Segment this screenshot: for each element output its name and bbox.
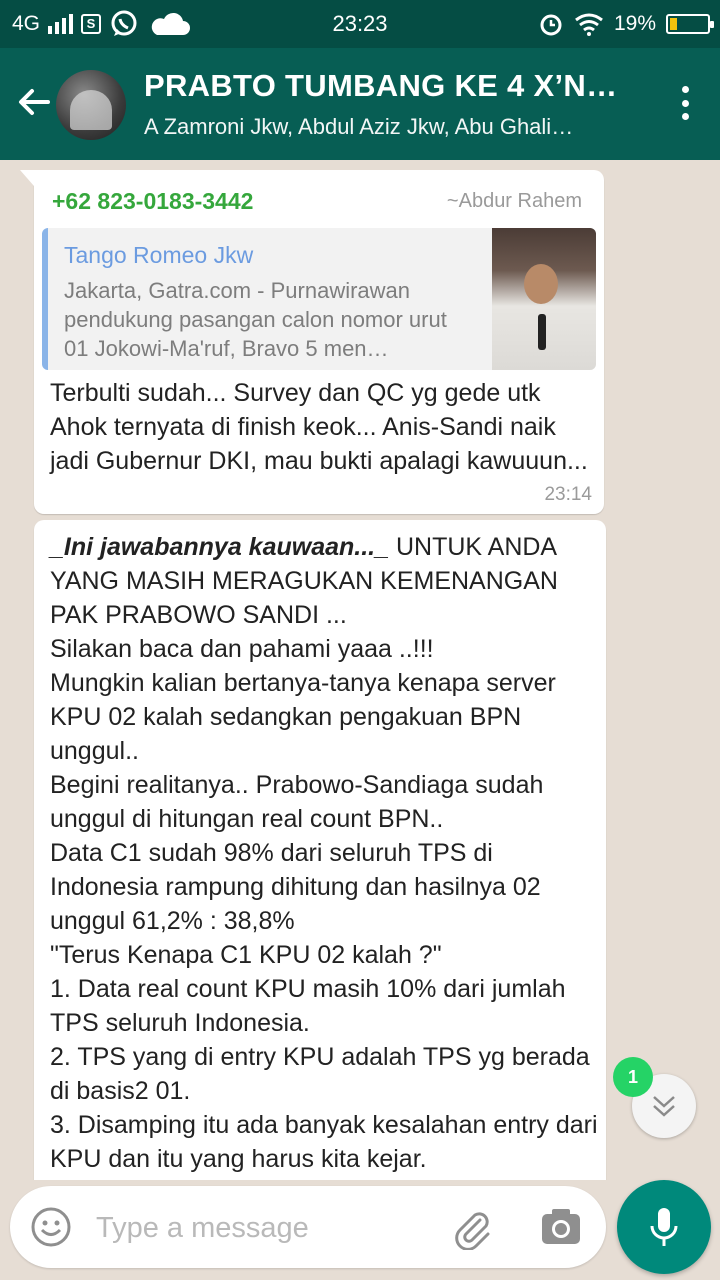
microphone-icon xyxy=(650,1208,678,1246)
message-text: _Ini jawabannya kauwaan..._ UNTUK ANDA Y… xyxy=(50,530,602,1176)
attach-icon[interactable] xyxy=(450,1206,494,1250)
message-composer: Type a message xyxy=(0,1180,720,1280)
voice-record-button[interactable] xyxy=(617,1180,711,1274)
message-body: UNTUK ANDA YANG MASIH MERAGUKAN KEMENANG… xyxy=(50,533,598,1173)
chat-header: PRABTO TUMBANG KE 4 X’N… A Zamroni Jkw, … xyxy=(0,48,720,160)
message-text: Terbulti sudah... Survey dan QC yg gede … xyxy=(50,379,588,475)
quoted-thumbnail xyxy=(492,228,596,370)
quoted-author: Tango Romeo Jkw xyxy=(64,242,254,268)
quoted-text: Jakarta, Gatra.com - Purnawirawan penduk… xyxy=(64,278,447,361)
group-avatar[interactable] xyxy=(56,70,126,140)
quoted-message[interactable]: Tango Romeo Jkw Jakarta, Gatra.com - Pur… xyxy=(42,228,596,370)
group-participants[interactable]: A Zamroni Jkw, Abdul Aziz Jkw, Abu Ghali… xyxy=(144,114,644,140)
alarm-icon xyxy=(540,14,562,36)
group-title[interactable]: PRABTO TUMBANG KE 4 X’N… xyxy=(144,68,644,104)
message-bubble[interactable]: +62 823-0183-3442 ~Abdur Rahem Tango Rom… xyxy=(20,170,604,514)
battery-percent: 19% xyxy=(613,12,656,35)
emoji-icon[interactable] xyxy=(30,1206,72,1248)
message-input[interactable]: Type a message xyxy=(96,1212,309,1245)
wifi-icon xyxy=(575,13,603,36)
message-emphasis: _Ini jawabannya kauwaan..._ xyxy=(50,533,390,561)
message-bubble[interactable]: _Ini jawabannya kauwaan..._ UNTUK ANDA Y… xyxy=(34,520,606,1180)
cloud-icon xyxy=(151,12,191,35)
battery-icon xyxy=(666,14,714,34)
unread-badge: 1 xyxy=(613,1057,653,1097)
double-chevron-down-icon xyxy=(653,1096,675,1117)
camera-icon[interactable] xyxy=(540,1208,582,1246)
network-type: 4G xyxy=(12,12,41,35)
back-arrow-icon[interactable] xyxy=(14,82,54,122)
sender-name: ~Abdur Rahem xyxy=(446,190,582,212)
message-time: 23:14 xyxy=(544,484,592,505)
status-bar: 4G S 23:23 19% xyxy=(0,0,720,48)
sim-icon: S xyxy=(81,14,102,34)
chat-area[interactable]: +62 823-0183-3442 ~Abdur Rahem Tango Rom… xyxy=(0,160,720,1180)
message-input-box[interactable]: Type a message xyxy=(10,1186,606,1268)
signal-icon xyxy=(48,14,74,34)
sender-phone[interactable]: +62 823-0183-3442 xyxy=(52,188,253,215)
whatsapp-icon xyxy=(111,10,137,36)
more-options-icon[interactable] xyxy=(680,86,690,120)
